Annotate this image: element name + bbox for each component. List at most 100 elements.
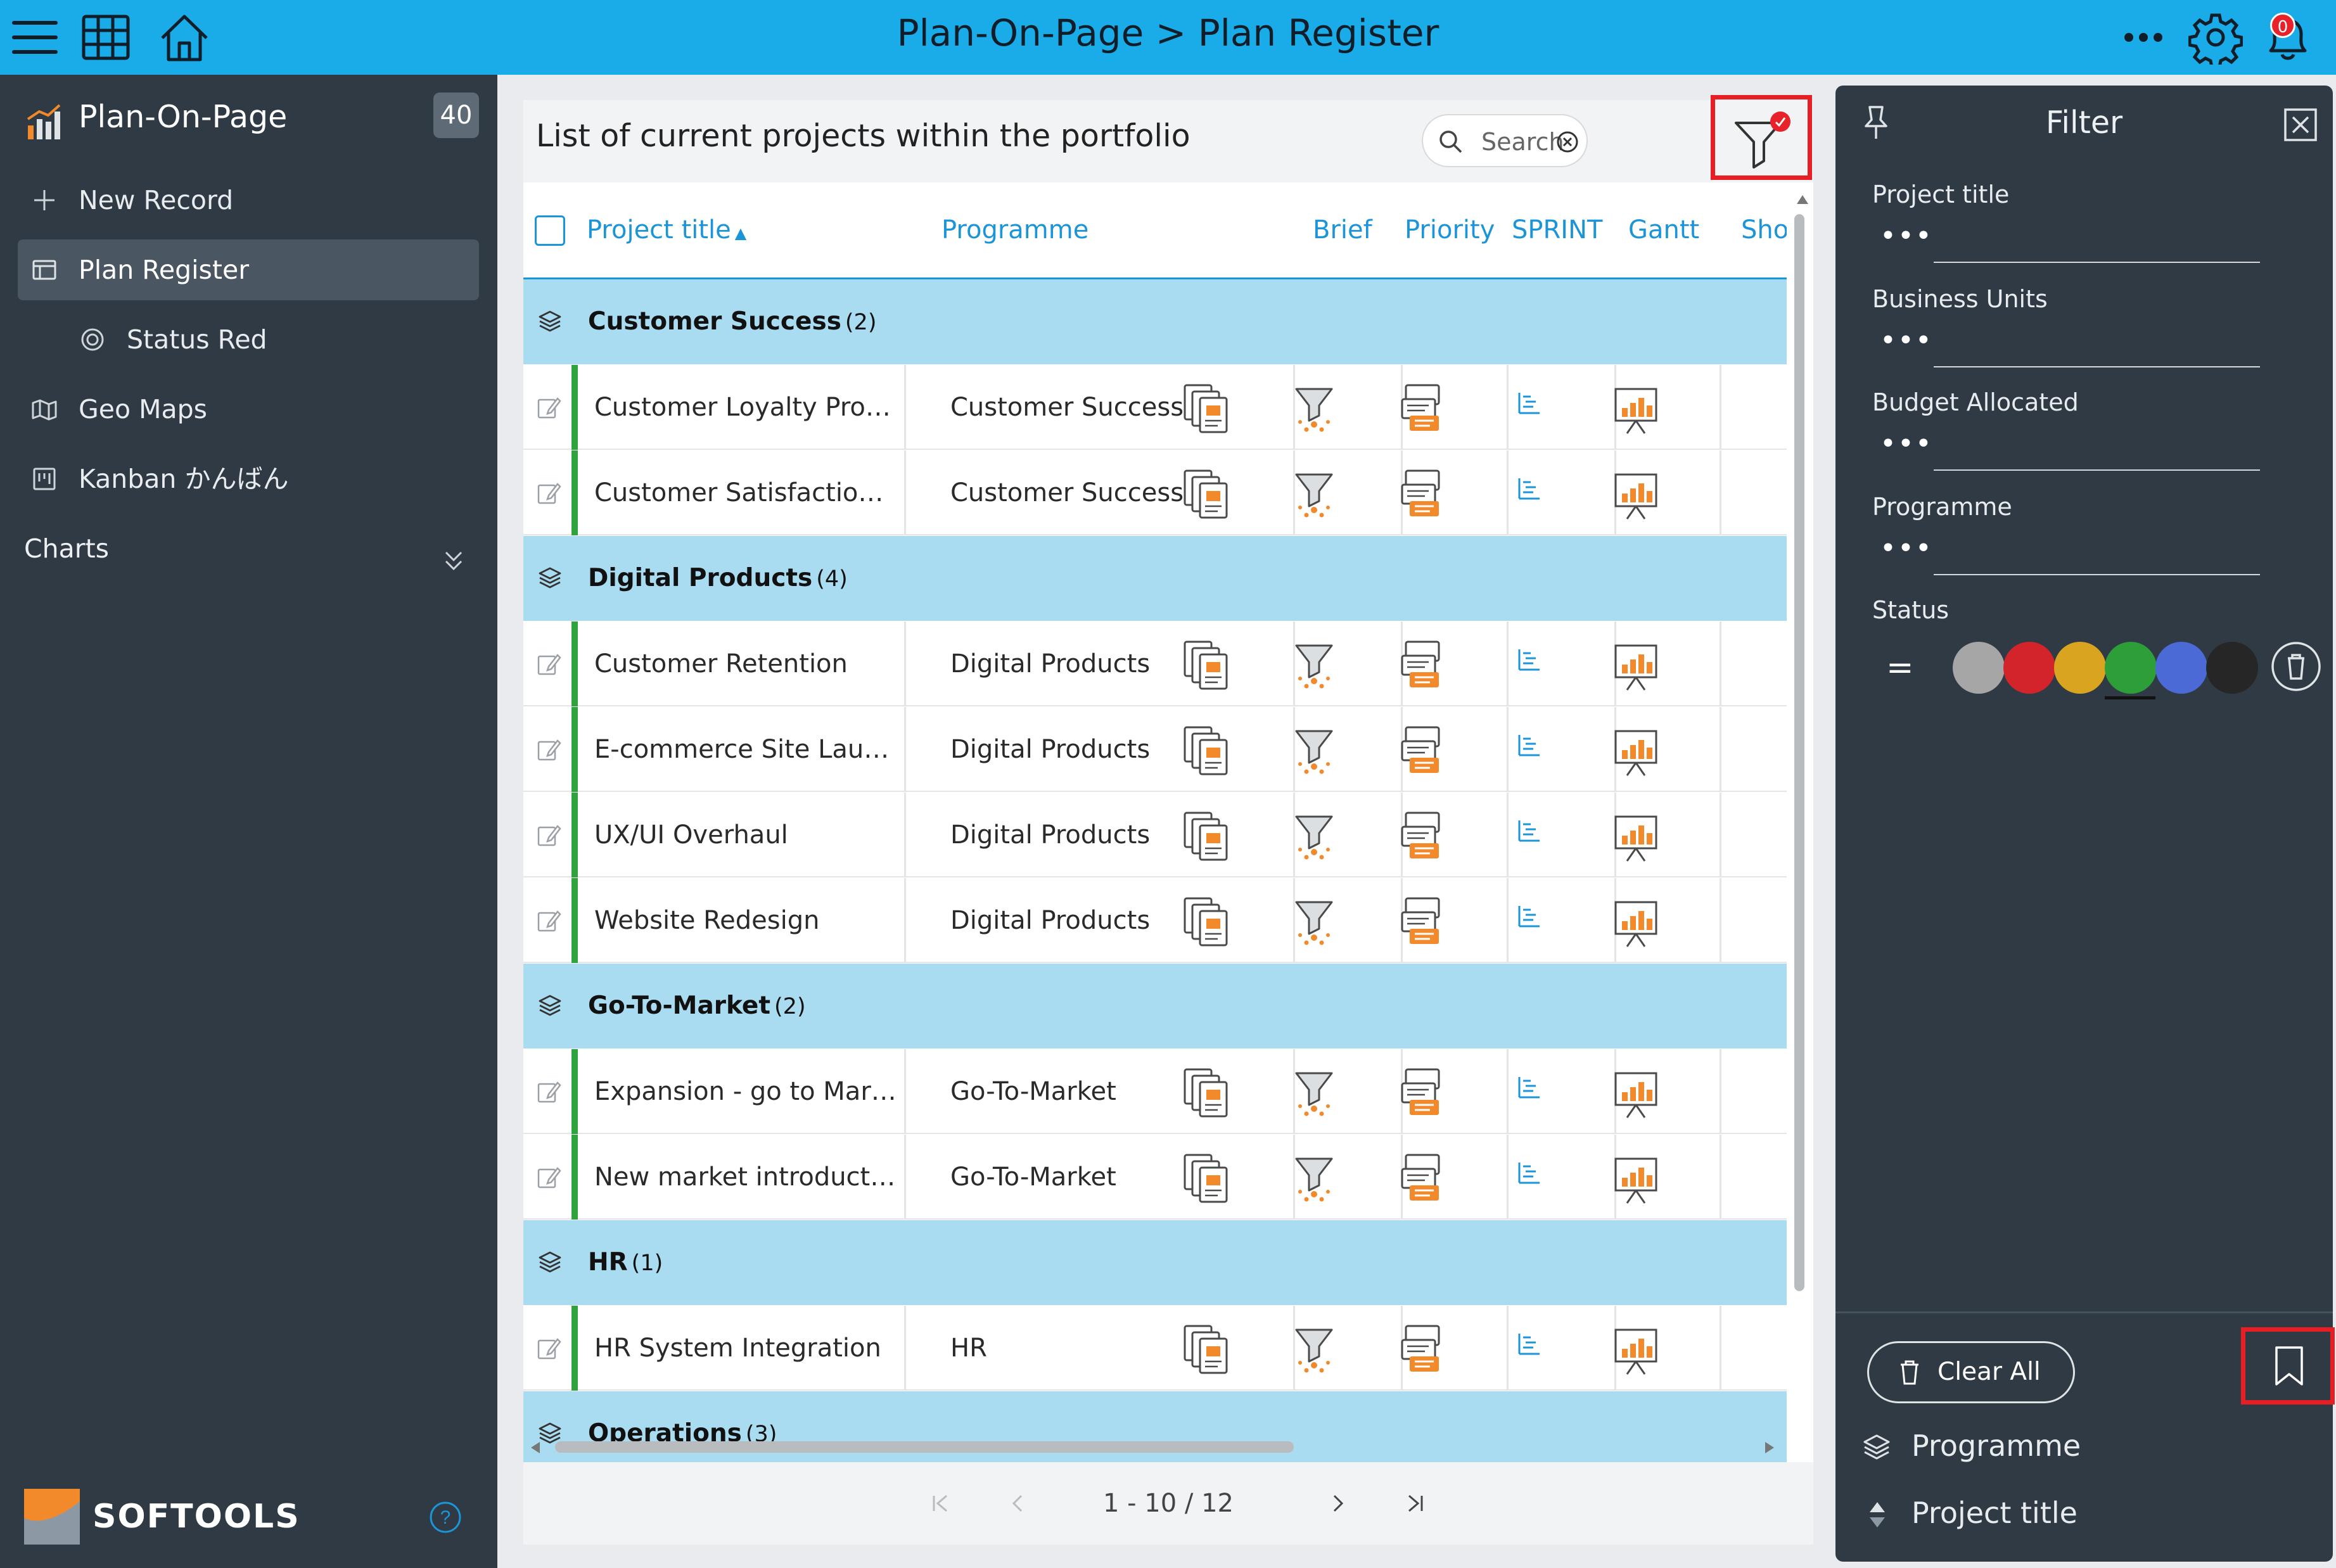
grouping-programme[interactable]: Programme (1912, 1429, 2081, 1463)
table-row[interactable]: Website Redesign Digital Products (523, 878, 1787, 963)
status-swatch-grey[interactable] (1953, 642, 2005, 694)
edit-icon[interactable] (536, 1079, 561, 1104)
column-header-gantt[interactable]: Gantt (1628, 182, 1699, 277)
edit-icon[interactable] (536, 822, 561, 848)
vertical-scroll-thumb[interactable] (1794, 214, 1804, 1291)
table-row[interactable]: New market introduction Go-To-Market (523, 1135, 1787, 1220)
sprint-icon[interactable] (1393, 722, 1449, 778)
brief-icon[interactable] (1178, 637, 1234, 692)
table-row[interactable]: Expansion - go to Market Go-To-Market (523, 1049, 1787, 1134)
sidebar-item-kanban[interactable]: Kanban かんばん (18, 449, 479, 509)
first-page-icon[interactable] (929, 1492, 952, 1515)
search-input[interactable]: Search (1422, 114, 1588, 167)
cell-project-title[interactable]: New market introduction (594, 1135, 898, 1220)
gantt-icon[interactable] (1500, 466, 1556, 521)
filter-icon[interactable] (1727, 109, 1794, 172)
cell-project-title[interactable]: Website Redesign (594, 878, 898, 963)
gantt-icon[interactable] (1500, 637, 1556, 692)
showcase-icon[interactable] (1608, 1150, 1664, 1206)
close-icon[interactable] (2283, 107, 2318, 143)
trash-icon[interactable] (2269, 639, 2323, 694)
status-swatch-red[interactable] (2003, 642, 2055, 694)
table-row[interactable]: Customer Retention Digital Products (523, 621, 1787, 706)
showcase-icon[interactable] (1608, 893, 1664, 949)
group-header[interactable]: HR (1) (523, 1220, 1787, 1305)
chevron-down-icon[interactable] (440, 547, 468, 575)
horizontal-scroll-thumb[interactable] (555, 1441, 1294, 1453)
edit-icon[interactable] (536, 480, 561, 506)
priority-icon[interactable] (1286, 722, 1342, 778)
priority-icon[interactable] (1286, 1150, 1342, 1206)
home-icon[interactable] (157, 10, 212, 65)
cell-project-title[interactable]: Customer Loyalty Program (594, 365, 898, 450)
help-icon[interactable]: ? (428, 1500, 463, 1534)
sprint-icon[interactable] (1393, 1150, 1449, 1206)
sprint-icon[interactable] (1393, 380, 1449, 436)
priority-icon[interactable] (1286, 893, 1342, 949)
showcase-icon[interactable] (1608, 1321, 1664, 1377)
priority-icon[interactable] (1286, 466, 1342, 521)
brief-icon[interactable] (1178, 1321, 1234, 1377)
cell-project-title[interactable]: Customer Satisfaction Sur... (594, 450, 898, 535)
previous-page-icon[interactable] (1006, 1492, 1029, 1515)
edit-icon[interactable] (536, 395, 561, 420)
priority-icon[interactable] (1286, 808, 1342, 864)
brief-icon[interactable] (1178, 466, 1234, 521)
horizontal-scrollbar[interactable] (523, 1437, 1787, 1456)
next-page-icon[interactable] (1327, 1492, 1350, 1515)
brief-icon[interactable] (1178, 893, 1234, 949)
table-row[interactable]: UX/UI Overhaul Digital Products (523, 793, 1787, 877)
column-header-programme[interactable]: Programme (941, 182, 1088, 277)
select-all-checkbox[interactable] (535, 215, 565, 246)
edit-icon[interactable] (536, 651, 561, 677)
grid-view-icon[interactable] (79, 10, 133, 65)
last-page-icon[interactable] (1404, 1492, 1427, 1515)
group-header[interactable]: Customer Success (2) (523, 279, 1787, 364)
cell-project-title[interactable]: Customer Retention (594, 621, 898, 706)
hamburger-menu-icon[interactable] (8, 10, 62, 65)
gantt-icon[interactable] (1500, 380, 1556, 436)
brief-icon[interactable] (1178, 380, 1234, 436)
bookmark-icon[interactable] (2273, 1345, 2306, 1387)
sidebar-item-status-red[interactable]: Status Red (18, 309, 479, 370)
column-header-sprint[interactable]: SPRINT (1512, 182, 1602, 277)
cell-project-title[interactable]: E-commerce Site Launch (594, 707, 898, 792)
edit-icon[interactable] (536, 1335, 561, 1361)
brief-icon[interactable] (1178, 1150, 1234, 1206)
status-operator[interactable]: = (1886, 642, 1914, 694)
column-header-showcase[interactable]: Sho (1741, 182, 1787, 277)
brief-icon[interactable] (1178, 722, 1234, 778)
more-options-icon[interactable] (2116, 10, 2171, 65)
scroll-left-arrow[interactable] (531, 1442, 540, 1453)
sidebar-item-new-record[interactable]: New Record (18, 170, 479, 231)
status-swatch-yellow[interactable] (2054, 642, 2106, 694)
edit-icon[interactable] (536, 737, 561, 762)
priority-icon[interactable] (1286, 380, 1342, 436)
showcase-icon[interactable] (1608, 1064, 1664, 1120)
brief-icon[interactable] (1178, 1064, 1234, 1120)
gantt-icon[interactable] (1500, 1150, 1556, 1206)
scroll-up-arrow[interactable] (1797, 195, 1808, 204)
sort-project-title[interactable]: Project title (1912, 1496, 2078, 1530)
showcase-icon[interactable] (1608, 637, 1664, 692)
filter-value-programme[interactable]: ••• (1880, 532, 1933, 564)
gantt-icon[interactable] (1500, 1064, 1556, 1120)
showcase-icon[interactable] (1608, 808, 1664, 864)
table-row[interactable]: Customer Satisfaction Sur...Customer Suc… (523, 450, 1787, 535)
priority-icon[interactable] (1286, 1321, 1342, 1377)
cell-project-title[interactable]: HR System Integration (594, 1306, 898, 1391)
sprint-icon[interactable] (1393, 1064, 1449, 1120)
brief-icon[interactable] (1178, 808, 1234, 864)
edit-icon[interactable] (536, 1164, 561, 1190)
showcase-icon[interactable] (1608, 466, 1664, 521)
clear-search-icon[interactable] (1555, 129, 1580, 155)
group-header[interactable]: Go-To-Market (2) (523, 964, 1787, 1049)
cell-project-title[interactable]: Expansion - go to Market (594, 1049, 898, 1134)
gantt-icon[interactable] (1500, 893, 1556, 949)
status-swatch-green[interactable] (2105, 642, 2157, 694)
showcase-icon[interactable] (1608, 722, 1664, 778)
gantt-icon[interactable] (1500, 1321, 1556, 1377)
table-row[interactable]: Customer Loyalty Program Customer Success (523, 365, 1787, 450)
vertical-scrollbar[interactable] (1790, 195, 1808, 1532)
sprint-icon[interactable] (1393, 893, 1449, 949)
